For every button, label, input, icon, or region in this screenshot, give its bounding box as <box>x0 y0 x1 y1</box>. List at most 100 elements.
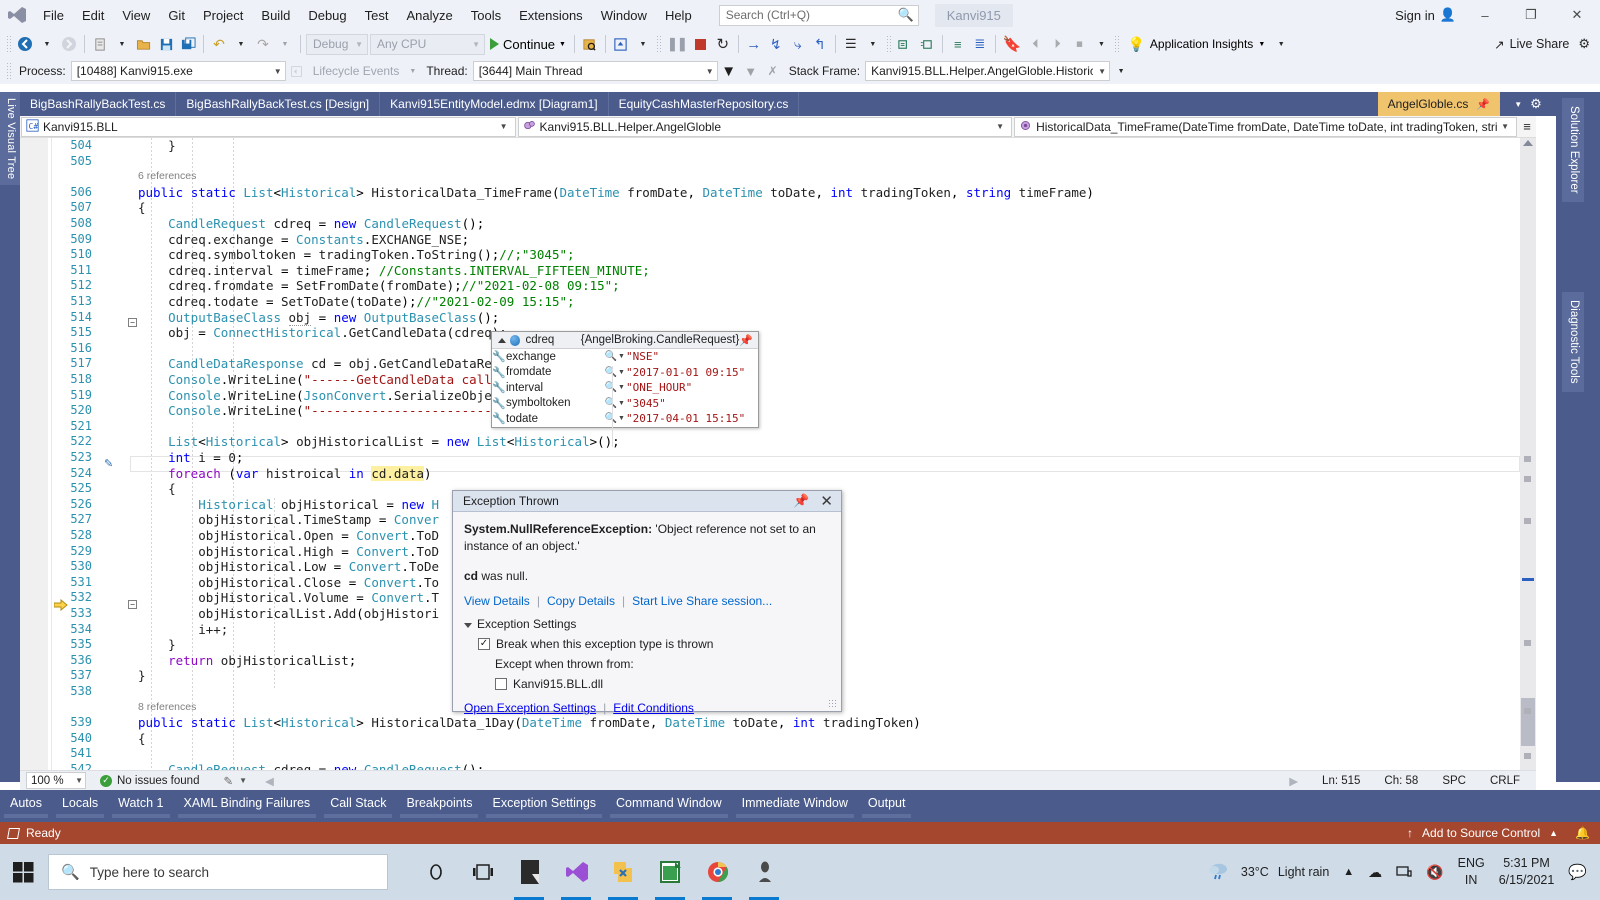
codelens-references[interactable]: 8 references <box>138 700 196 716</box>
code-line-524[interactable]: 524 foreach (var histroical in cd.data) <box>20 465 1520 482</box>
toolbar-grip[interactable] <box>6 35 12 53</box>
save-icon[interactable] <box>155 32 177 56</box>
maximize-button[interactable]: ❐ <box>1508 0 1554 30</box>
tab-kanvi915entitymodel-edmx-diagram1[interactable]: Kanvi915EntityModel.edmx [Diagram1] <box>380 92 609 116</box>
application-insights-button[interactable]: 💡 Application Insights ▼ <box>1122 32 1270 56</box>
split-editor-icon[interactable]: ≡ <box>1518 119 1536 134</box>
break-on-exception-row[interactable]: ✓ Break when this exception type is thro… <box>464 636 830 653</box>
break-on-exception-checkbox[interactable]: ✓ <box>478 638 490 651</box>
datatip-row[interactable]: 🔧 exchange 🔍 ▼ "NSE" <box>492 349 758 365</box>
process-combo[interactable]: [10488] Kanvi915.exe ▼ <box>70 61 286 81</box>
chevron-down-icon[interactable]: ▼ <box>1258 41 1265 48</box>
toolbar-overflow-icon[interactable]: ▼ <box>1270 32 1292 56</box>
taskbar-app-chrome-icon[interactable] <box>694 844 741 900</box>
chevron-down-icon[interactable]: ▼ <box>618 400 626 407</box>
onedrive-icon[interactable]: ☁ <box>1361 864 1389 881</box>
taskbar-app-visual-studio-icon[interactable] <box>553 844 600 900</box>
step-into-icon[interactable]: ↯ <box>765 32 787 56</box>
pin-datatip-icon[interactable]: 📌 <box>739 334 756 347</box>
zoom-combo[interactable]: 100 % ▼ <box>26 772 86 789</box>
new-project-dropdown-icon[interactable]: ▼ <box>111 32 133 56</box>
toolbar-grip[interactable] <box>6 62 12 80</box>
live-share-button[interactable]: ↗ Live Share <box>1488 37 1575 52</box>
stack-frame-combo[interactable]: Kanvi915.BLL.Helper.AngelGloble.Historic… <box>865 61 1111 81</box>
hot-reload-icon[interactable] <box>610 32 632 56</box>
menu-git[interactable]: Git <box>159 3 194 28</box>
weather-widget[interactable]: 33°C Light rain <box>1201 861 1336 884</box>
save-all-icon[interactable] <box>177 32 199 56</box>
continue-button[interactable]: Continue ▼ <box>486 32 570 56</box>
step-out-icon[interactable]: ↰ <box>809 32 831 56</box>
module-exclusion-row[interactable]: Kanvi915.BLL.dll <box>464 676 830 693</box>
dock-tab-diagnostic-tools[interactable]: Diagnostic Tools <box>1562 292 1584 392</box>
code-line-539[interactable]: 539 public static List<Historical> Histor… <box>20 715 1520 731</box>
taskbar-app-notepad-icon[interactable] <box>506 844 553 900</box>
tool-tab-xaml-binding-failures[interactable]: XAML Binding Failures <box>174 790 321 810</box>
toolbar-grip[interactable] <box>655 35 662 53</box>
stop-debugging-icon[interactable] <box>690 32 712 56</box>
code-line-523[interactable]: 523 int i = 0; <box>20 450 1520 466</box>
new-project-icon[interactable] <box>89 32 111 56</box>
datatip-row[interactable]: 🔧 fromdate 🔍 ▼ "2017-01-01 09:15" <box>492 365 758 381</box>
code-line-517[interactable]: 517 CandleDataResponse cd = obj.GetCandl… <box>20 356 1520 372</box>
code-line-512[interactable]: 512 cdreq.fromdate = SetFromDate(fromDat… <box>20 278 1520 294</box>
volume-muted-icon[interactable]: 🔇 <box>1419 864 1450 881</box>
datatip-row[interactable]: 🔧 todate 🔍 ▼ "2017-04-01 15:15" <box>492 411 758 427</box>
increase-indent-icon[interactable]: ≣ <box>969 32 991 56</box>
show-threads-dropdown-icon[interactable]: ▼ <box>862 32 884 56</box>
datatip-row[interactable]: 🔧 interval 🔍 ▼ "ONE_HOUR" <box>492 380 758 396</box>
restart-icon[interactable]: ↻ <box>712 32 734 56</box>
pen-icon[interactable]: ✎ <box>223 774 233 788</box>
navbar-type-combo[interactable]: Kanvi915.BLL.Helper.AngelGloble ▼ <box>517 116 1013 137</box>
attach-to-process-icon[interactable] <box>579 32 601 56</box>
navbar-member-combo[interactable]: HistoricalData_TimeFrame(DateTime fromDa… <box>1014 116 1518 137</box>
language-indicator[interactable]: ENG IN <box>1451 855 1492 889</box>
toggle-bookmark-icon[interactable]: 🔖 <box>1000 32 1025 56</box>
minimize-button[interactable]: – <box>1462 0 1508 30</box>
menu-window[interactable]: Window <box>592 3 656 28</box>
expander-triangle-icon[interactable] <box>464 622 472 628</box>
tool-tab-command-window[interactable]: Command Window <box>606 790 732 810</box>
codelens-row[interactable]: 6 references <box>20 169 1520 185</box>
exception-thrown-dialog[interactable]: Exception Thrown 📌 ✕ System.NullReferenc… <box>452 490 842 715</box>
menu-test[interactable]: Test <box>356 3 398 28</box>
undo-dropdown-icon[interactable]: ▼ <box>230 32 252 56</box>
solution-configuration-combo[interactable]: Debug ▼ <box>306 33 368 55</box>
code-line-506[interactable]: 506 public static List<Historical> Histor… <box>20 185 1520 201</box>
code-line-515[interactable]: 515 obj = ConnectHistorical.GetCandleDat… <box>20 325 1520 341</box>
menu-help[interactable]: Help <box>656 3 701 28</box>
close-icon[interactable]: ✕ <box>816 494 837 509</box>
show-threads-icon[interactable]: ☰ <box>840 32 862 56</box>
code-line-507[interactable]: 507 { <box>20 200 1520 216</box>
tab-equitycashmasterrepository-cs[interactable]: EquityCashMasterRepository.cs <box>609 92 800 116</box>
toolbar-grip[interactable] <box>1114 35 1121 53</box>
tool-tab-watch-1[interactable]: Watch 1 <box>108 790 173 810</box>
tab-bigbashrallybacktest-cs[interactable]: BigBashRallyBackTest.cs <box>20 92 177 116</box>
scroll-up-arrow-icon[interactable] <box>1523 140 1533 146</box>
tab-angelgloble-cs[interactable]: AngelGloble.cs 📌 ✕ <box>1377 92 1520 116</box>
code-line-541[interactable]: 541 <box>20 746 1520 762</box>
taskbar-app-other-icon[interactable] <box>741 844 788 900</box>
code-line-519[interactable]: 519 Console.WriteLine(JsonConvert.Serial… <box>20 388 1520 404</box>
code-line-514[interactable]: 514 OutputBaseClass obj = new OutputBase… <box>20 309 1520 326</box>
hot-reload-dropdown-icon[interactable]: ▼ <box>632 32 654 56</box>
code-line-521[interactable]: 521 <box>20 419 1520 435</box>
tool-tab-immediate-window[interactable]: Immediate Window <box>732 790 858 810</box>
code-line-509[interactable]: 509 cdreq.exchange = Constants.EXCHANGE_… <box>20 232 1520 248</box>
network-icon[interactable] <box>1389 865 1419 879</box>
pin-tab-icon[interactable]: 📌 <box>1476 98 1490 111</box>
code-line-520[interactable]: 520 Console.WriteLine("-----------------… <box>20 403 1520 419</box>
action-center-icon[interactable]: 💬 <box>1561 863 1594 881</box>
datatip-row[interactable]: 🔧 symboltoken 🔍 ▼ "3045" <box>492 396 758 412</box>
comment-selection-icon[interactable] <box>894 32 916 56</box>
quick-search-box[interactable]: Search (Ctrl+Q) 🔍 <box>718 4 919 26</box>
code-line-540[interactable]: 540 { <box>20 731 1520 747</box>
chevron-down-icon[interactable]: ▼ <box>618 369 626 376</box>
code-line-510[interactable]: 510 cdreq.symboltoken = tradingToken.ToS… <box>20 247 1520 263</box>
expander-triangle-icon[interactable] <box>498 337 506 343</box>
code-line-508[interactable]: 508 CandleRequest cdreq = new CandleRequ… <box>20 216 1520 232</box>
code-line-513[interactable]: 513 cdreq.todate = SetToDate(toDate);//"… <box>20 294 1520 310</box>
magnifier-icon[interactable]: 🔍 <box>604 351 618 362</box>
chevron-down-icon[interactable]: ▼ <box>618 415 626 422</box>
tool-tab-output[interactable]: Output <box>858 790 916 810</box>
